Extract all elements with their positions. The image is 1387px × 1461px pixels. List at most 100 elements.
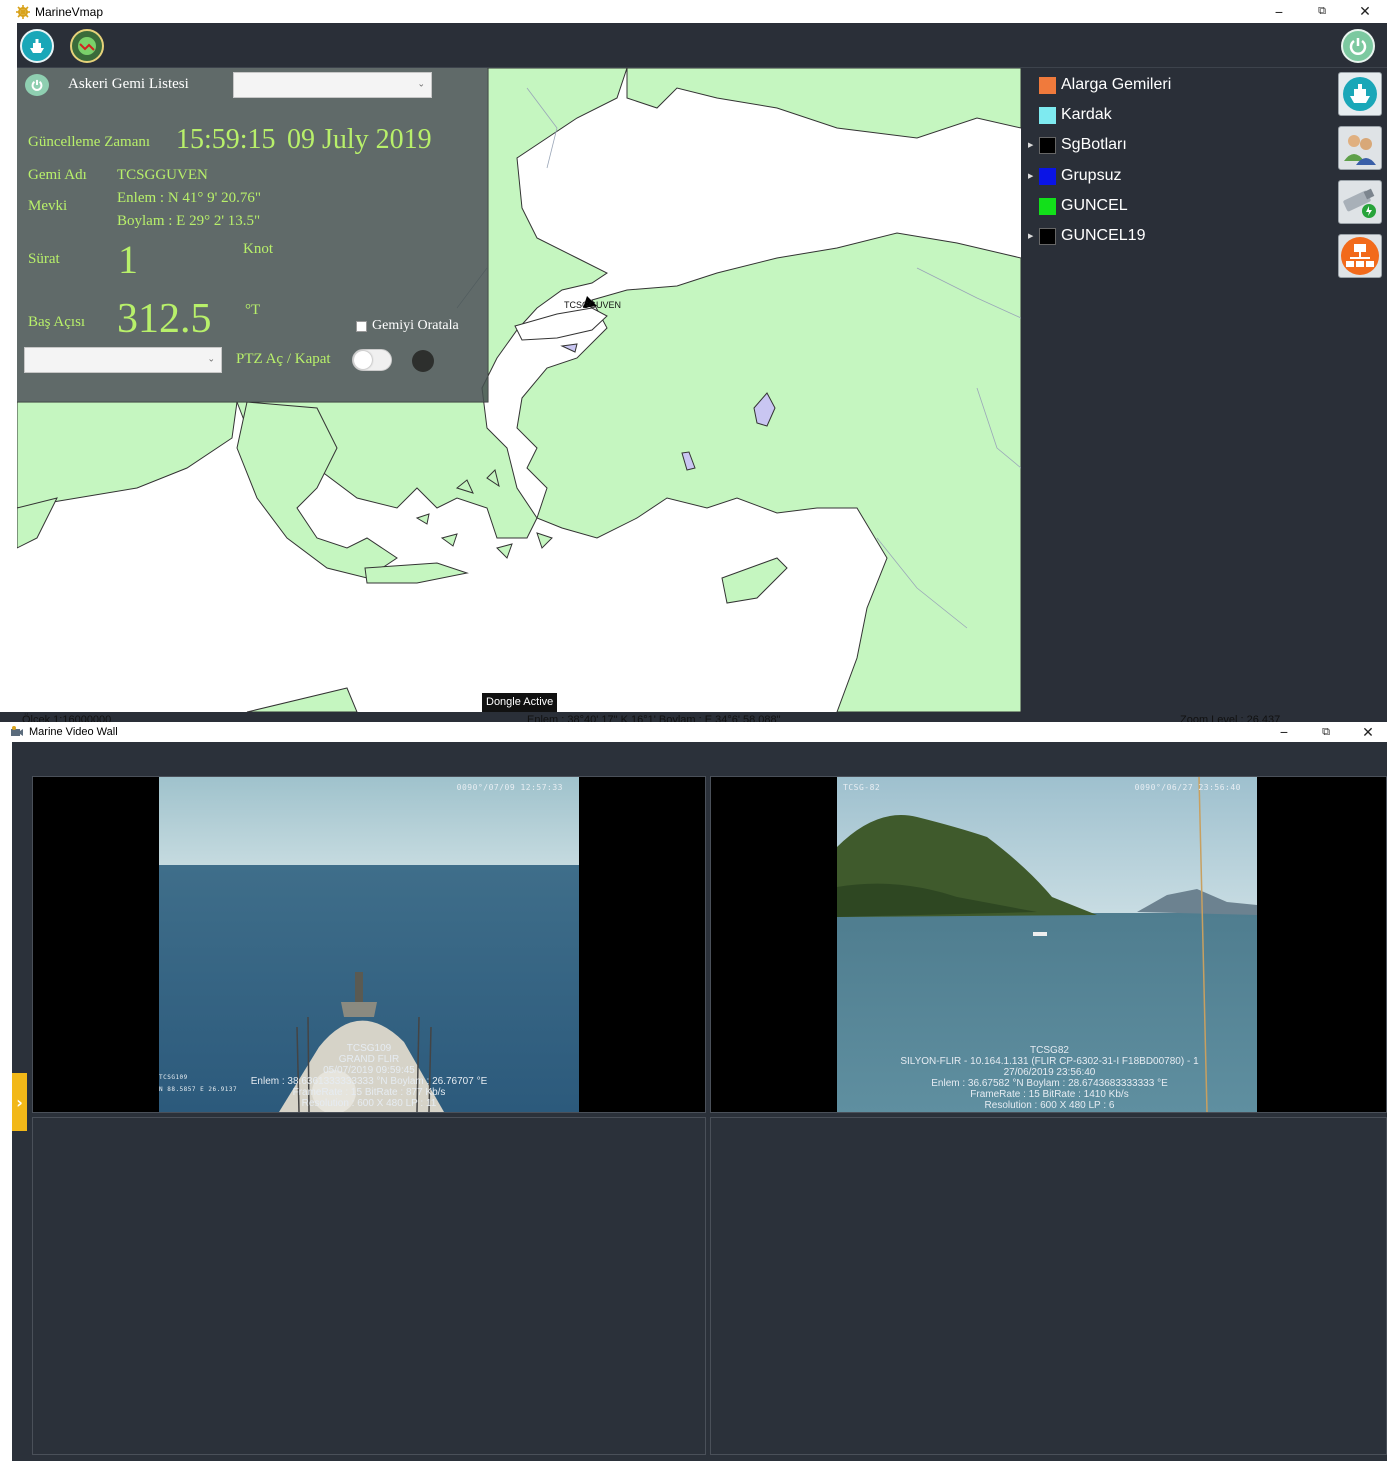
video-tile-3[interactable] bbox=[32, 1117, 706, 1455]
users-button[interactable] bbox=[1338, 126, 1382, 170]
video-tile-2[interactable]: TCSG-82 0090°/06/27 23:56:40 TCSG82 SILY… bbox=[710, 776, 1387, 1113]
overlay-line: 27/06/2019 23:56:40 bbox=[1003, 1067, 1096, 1078]
users-icon bbox=[1344, 135, 1376, 165]
overlay-line: TCSG82 bbox=[1030, 1045, 1069, 1056]
layer-name: Alarga Gemileri bbox=[1061, 76, 1172, 93]
edge-fragment: ​ bbox=[0, 290, 5, 350]
ship-icon bbox=[30, 39, 44, 53]
layer-item[interactable]: ▶ GUNCEL19 bbox=[1021, 222, 1321, 250]
video-grid: 0090°/07/09 12:57:33 TCSG109 GRAND FLIR … bbox=[30, 774, 1387, 1461]
longitude-value: Boylam : E 29° 2' 13.5" bbox=[117, 213, 261, 229]
speed-value: 1 bbox=[118, 237, 138, 282]
video-tile-4[interactable] bbox=[710, 1117, 1387, 1455]
position-label: Mevki bbox=[28, 198, 68, 214]
vmap-statusbar: Ölçek 1:16000000 Enlem : 38°40' 17" K 16… bbox=[0, 712, 1387, 722]
ship-list-dropdown[interactable]: ⌄ bbox=[233, 72, 432, 98]
overlay-line: Resolution : 600 X 480 LP : 6 bbox=[984, 1100, 1115, 1111]
route-chart-button[interactable] bbox=[70, 29, 104, 63]
ship-icon bbox=[1343, 77, 1377, 111]
close-button[interactable]: ✕ bbox=[1343, 0, 1387, 23]
maximize-button[interactable]: ⧉ bbox=[1304, 722, 1348, 742]
expand-arrow-icon[interactable]: ▶ bbox=[1028, 232, 1033, 240]
camera-1-corner-id: TCSG109 bbox=[159, 1074, 188, 1081]
expand-arrow-icon[interactable]: ▶ bbox=[1028, 141, 1033, 149]
layer-name: SgBotları bbox=[1061, 136, 1127, 153]
videowall-titlebar: Marine Video Wall − ⧉ ✕ bbox=[0, 722, 1387, 742]
ship-wheel-icon bbox=[16, 4, 30, 19]
layer-item[interactable]: GUNCEL bbox=[1021, 192, 1321, 220]
vmap-toolbar bbox=[17, 23, 1387, 68]
camera-2-overlay: TCSG82 SILYON-FLIR - 10.164.1.131 (FLIR … bbox=[711, 1045, 1387, 1111]
cursor-coordinates: Enlem : 38°40' 17" K 16°1' Boylam : E 34… bbox=[527, 714, 781, 722]
camera-dropdown[interactable]: ⌄ bbox=[24, 347, 222, 373]
heading-value: 312.5 bbox=[117, 296, 212, 342]
overlay-line: Enlem : 36.67582 °N Boylam : 28.67436833… bbox=[931, 1078, 1168, 1089]
layer-item[interactable]: Alarga Gemileri bbox=[1021, 71, 1321, 99]
dongle-tooltip: Dongle Active bbox=[482, 693, 558, 712]
video-tile-1[interactable]: 0090°/07/09 12:57:33 TCSG109 GRAND FLIR … bbox=[32, 776, 706, 1113]
camera-1-stream: 0090°/07/09 12:57:33 TCSG109 GRAND FLIR … bbox=[159, 777, 579, 1112]
marinevmap-window: MarineVmap − ⧉ ✕ TCSGGUVEN Askeri Gemi L… bbox=[0, 0, 1387, 722]
videowall-window: Marine Video Wall − ⧉ ✕ 0090°/07/09 12:5… bbox=[0, 722, 1387, 1461]
layer-item[interactable]: Kardak bbox=[1021, 101, 1321, 129]
ship-layer-button[interactable] bbox=[1338, 72, 1382, 116]
center-ship-label: Gemiyi Oratala bbox=[372, 318, 459, 333]
map-ship-label[interactable]: TCSGGUVEN bbox=[564, 300, 621, 310]
update-time-label: Güncelleme Zamanı bbox=[28, 134, 151, 150]
layer-name: Grupsuz bbox=[1061, 167, 1122, 184]
zoom-level: Zoom Level : 26.437 bbox=[1180, 714, 1281, 722]
ship-info-panel: Askeri Gemi Listesi ⌄ Güncelleme Zamanı … bbox=[17, 68, 488, 402]
close-button[interactable]: ✕ bbox=[1346, 722, 1387, 742]
vmap-titlebar: MarineVmap − ⧉ ✕ bbox=[0, 0, 1387, 23]
overlay-line: TCSG109 bbox=[346, 1043, 392, 1054]
chevron-down-icon: ⌄ bbox=[417, 79, 425, 90]
layers-panel: Alarga Gemileri Kardak ▶ SgBotları ▶ Gru… bbox=[1021, 68, 1335, 712]
heading-label: Baş Açısı bbox=[28, 314, 86, 330]
center-ship-checkbox[interactable] bbox=[356, 321, 367, 332]
panel-power-button[interactable] bbox=[25, 74, 49, 96]
chevron-down-icon: ⌄ bbox=[207, 354, 215, 365]
layer-name: GUNCEL bbox=[1061, 197, 1128, 214]
vmap-title: MarineVmap bbox=[35, 4, 104, 19]
network-hierarchy-icon bbox=[1341, 237, 1379, 275]
expand-panel-chevron-icon[interactable]: › bbox=[12, 1073, 27, 1131]
camera-2-id-stamp: TCSG-82 bbox=[843, 783, 881, 792]
right-toolbar bbox=[1335, 68, 1387, 712]
maximize-button[interactable]: ⧉ bbox=[1300, 0, 1344, 23]
speed-label: Sürat bbox=[28, 251, 60, 267]
minimize-button[interactable]: − bbox=[1257, 0, 1301, 23]
camera-1-corner-coords: N 88.5857 E 26.9137 bbox=[159, 1086, 238, 1093]
layer-color-swatch bbox=[1039, 167, 1056, 185]
heading-unit: °T bbox=[245, 302, 261, 318]
overlay-line: FrameRate : 15 BitRate : 1410 Kb/s bbox=[970, 1089, 1129, 1100]
overlay-line: Resolution : 600 X 480 LP : 11 bbox=[301, 1098, 437, 1109]
scale-readout: Ölçek 1:16000000 bbox=[22, 714, 112, 722]
toggle-knob bbox=[354, 351, 372, 369]
layer-item[interactable]: ▶ Grupsuz bbox=[1021, 162, 1321, 190]
network-button[interactable] bbox=[1338, 234, 1382, 278]
layer-color-swatch bbox=[1039, 227, 1056, 245]
expand-arrow-icon[interactable]: ▶ bbox=[1028, 172, 1033, 180]
layer-item[interactable]: ▶ SgBotları bbox=[1021, 131, 1321, 159]
latitude-value: Enlem : N 41° 9' 20.76" bbox=[117, 190, 261, 206]
ptz-toggle[interactable] bbox=[352, 349, 392, 371]
layer-color-swatch bbox=[1039, 197, 1056, 215]
overlay-line: SILYON-FLIR - 10.164.1.131 (FLIR CP-6302… bbox=[900, 1056, 1199, 1067]
layer-color-swatch bbox=[1039, 106, 1056, 124]
dongle-usb-button[interactable] bbox=[1338, 180, 1382, 224]
usb-dongle-icon bbox=[1343, 188, 1376, 218]
camera-1-timestamp: 0090°/07/09 12:57:33 bbox=[456, 783, 563, 792]
minimize-button[interactable]: − bbox=[1262, 722, 1306, 742]
ship-button[interactable] bbox=[20, 29, 54, 63]
ship-list-label: Askeri Gemi Listesi bbox=[68, 76, 189, 92]
camera-2-timestamp: 0090°/06/27 23:56:40 bbox=[1134, 783, 1241, 792]
camera-1-overlay: TCSG109 GRAND FLIR 05/07/2019 09:59:45 E… bbox=[159, 1043, 579, 1109]
power-icon bbox=[31, 79, 43, 91]
layer-color-swatch bbox=[1039, 136, 1056, 154]
ship-name-label: Gemi Adı bbox=[28, 167, 87, 183]
power-button[interactable] bbox=[1341, 29, 1375, 63]
update-date-value: 09 July 2019 bbox=[287, 124, 432, 155]
speed-unit: Knot bbox=[243, 241, 273, 257]
overlay-line: 05/07/2019 09:59:45 bbox=[323, 1065, 415, 1076]
layer-color-swatch bbox=[1039, 76, 1056, 94]
